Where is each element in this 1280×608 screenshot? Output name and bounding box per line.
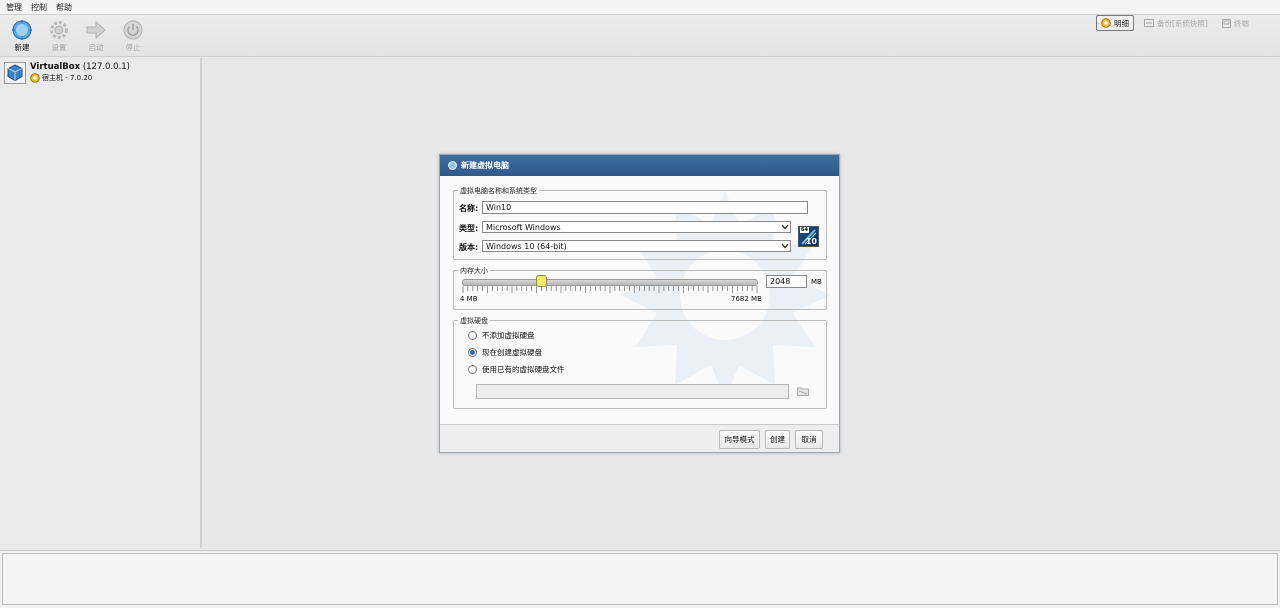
memory-max-label: 7682 MB bbox=[731, 295, 762, 303]
memory-slider-track[interactable] bbox=[462, 279, 758, 286]
create-button[interactable]: 创建 bbox=[765, 430, 790, 449]
dialog-footer: 向导模式 创建 取消 bbox=[440, 424, 839, 452]
dialog-title: 新建虚拟电脑 bbox=[461, 161, 509, 170]
name-input[interactable]: Win10 bbox=[482, 201, 808, 214]
memory-min-label: 4 MB bbox=[460, 295, 478, 303]
radio-button[interactable] bbox=[468, 365, 477, 374]
bottom-panel bbox=[0, 550, 1280, 608]
vm-name: VirtualBox bbox=[30, 62, 81, 72]
new-icon bbox=[11, 19, 33, 41]
disk-option-existing[interactable]: 使用已有的虚拟硬盘文件 bbox=[468, 364, 565, 375]
radio-button[interactable] bbox=[468, 331, 477, 340]
log-tool-button[interactable]: 终端 bbox=[1218, 15, 1253, 31]
type-label: 类型: bbox=[459, 224, 479, 233]
settings-label: 设置 bbox=[51, 43, 67, 52]
memory-unit: MB bbox=[811, 278, 822, 286]
disk-option-none[interactable]: 不添加虚拟硬盘 bbox=[468, 330, 535, 341]
start-button[interactable]: 启动 bbox=[81, 19, 111, 55]
tool-switcher: 明细 备份[系统快照] 终端 bbox=[1096, 15, 1253, 31]
os-badge-bits: 64 bbox=[800, 227, 809, 233]
type-select[interactable]: Microsoft Windows bbox=[482, 221, 791, 233]
vm-subtitle-row: 宿主机 - 7.0.20 bbox=[30, 73, 130, 83]
dialog-title-bar: 新建虚拟电脑 bbox=[440, 155, 839, 176]
disk-option-existing-label: 使用已有的虚拟硬盘文件 bbox=[482, 365, 565, 374]
vm-list-item[interactable]: VirtualBox (127.0.0.1) 宿主机 - 7.0.20 bbox=[4, 62, 130, 84]
windows-os-icon: 64 10 bbox=[798, 226, 819, 247]
details-tool-button[interactable]: 明细 bbox=[1096, 15, 1134, 31]
guided-mode-button[interactable]: 向导模式 bbox=[719, 430, 760, 449]
stop-button[interactable]: 停止 bbox=[118, 19, 148, 55]
menu-help[interactable]: 帮助 bbox=[56, 2, 72, 13]
memory-slider-ticks bbox=[462, 286, 758, 293]
virtualbox-icon bbox=[4, 62, 26, 84]
browse-disk-button[interactable] bbox=[796, 384, 810, 398]
vm-host-address: (127.0.0.1) bbox=[82, 62, 130, 72]
snapshot-icon bbox=[1144, 19, 1154, 27]
name-label: 名称: bbox=[459, 204, 479, 213]
vm-list-panel: VirtualBox (127.0.0.1) 宿主机 - 7.0.20 bbox=[0, 58, 202, 548]
type-select-value: Microsoft Windows bbox=[486, 222, 561, 232]
version-select-value: Windows 10 (64-bit) bbox=[486, 241, 567, 251]
main-toolbar: 新建 设置 启动 停止 bbox=[0, 15, 1280, 57]
os-badge-version: 10 bbox=[805, 237, 817, 246]
stop-label: 停止 bbox=[125, 43, 141, 52]
folder-icon bbox=[797, 387, 809, 396]
new-vm-button[interactable]: 新建 bbox=[7, 19, 37, 55]
chevron-down-icon bbox=[780, 241, 790, 251]
memory-legend: 内存大小 bbox=[458, 266, 490, 276]
vm-subtitle: 宿主机 - 7.0.20 bbox=[42, 74, 93, 82]
memory-slider-thumb[interactable] bbox=[535, 275, 547, 287]
menu-control[interactable]: 控制 bbox=[31, 2, 47, 13]
host-status-icon bbox=[30, 73, 40, 83]
log-label: 终端 bbox=[1233, 18, 1249, 28]
start-label: 启动 bbox=[88, 43, 104, 52]
menu-bar: 管理 控制 帮助 bbox=[0, 0, 1280, 15]
name-type-legend: 虚拟电脑名称和系统类型 bbox=[458, 186, 539, 196]
radio-button[interactable] bbox=[468, 348, 477, 357]
power-icon bbox=[122, 19, 144, 41]
cancel-button[interactable]: 取消 bbox=[795, 430, 823, 449]
disk-option-none-label: 不添加虚拟硬盘 bbox=[482, 331, 535, 340]
existing-disk-field[interactable] bbox=[476, 384, 789, 399]
new-vm-dialog: 新建虚拟电脑 虚拟电脑名称和系统类型 名称: Win10 类型: Microso… bbox=[439, 154, 840, 453]
chevron-down-icon bbox=[780, 222, 790, 232]
memory-input[interactable]: 2048 bbox=[766, 275, 807, 288]
log-icon bbox=[1221, 18, 1231, 28]
disk-option-create-label: 现在创建虚拟硬盘 bbox=[482, 348, 542, 357]
gear-icon bbox=[48, 19, 70, 41]
new-label: 新建 bbox=[14, 43, 30, 52]
snapshots-label: 备份[系统快照] bbox=[1157, 18, 1208, 28]
menu-manage[interactable]: 管理 bbox=[6, 2, 22, 13]
settings-button[interactable]: 设置 bbox=[44, 19, 74, 55]
details-icon bbox=[1101, 18, 1111, 28]
dialog-title-icon bbox=[448, 161, 457, 170]
disk-option-create[interactable]: 现在创建虚拟硬盘 bbox=[468, 347, 542, 358]
snapshots-tool-button[interactable]: 备份[系统快照] bbox=[1140, 15, 1212, 31]
bottom-panel-content bbox=[2, 553, 1278, 605]
hard-disk-legend: 虚拟硬盘 bbox=[458, 316, 490, 326]
vm-title: VirtualBox (127.0.0.1) bbox=[30, 62, 130, 72]
details-label: 明细 bbox=[1114, 18, 1129, 28]
arrow-right-icon bbox=[85, 19, 107, 41]
version-label: 版本: bbox=[459, 243, 479, 252]
version-select[interactable]: Windows 10 (64-bit) bbox=[482, 240, 791, 252]
